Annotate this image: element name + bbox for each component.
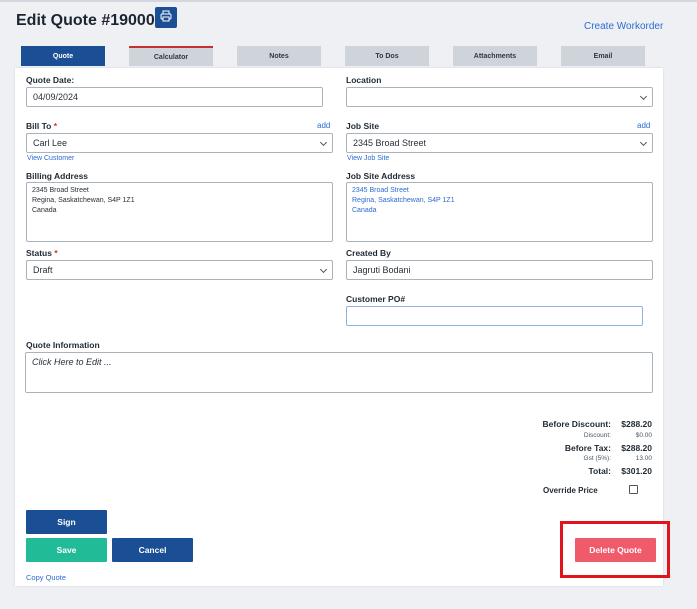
discount-row: Discount: $0.00 [584,432,652,439]
required-marker: * [53,121,58,131]
created-by-input[interactable]: Jagruti Bodani [346,260,653,280]
before-discount-value: $288.20 [621,419,652,429]
tab-calculator[interactable]: Calculator [129,46,213,66]
create-workorder-link[interactable]: Create Workorder [584,21,663,32]
job-site-label: Job Site [346,121,380,131]
billing-address-line: 2345 Broad Street [32,187,89,194]
override-price-label: Override Price [543,486,598,495]
billing-address-textarea[interactable]: 2345 Broad Street Regina, Saskatchewan, … [26,182,333,242]
delete-quote-button[interactable]: Delete Quote [575,538,656,562]
before-discount-row: Before Discount: $288.20 [543,419,652,429]
override-price-checkbox[interactable] [629,485,638,494]
tab-todos[interactable]: To Dos [345,46,429,66]
bill-to-add-link[interactable]: add [317,121,330,130]
tab-notes[interactable]: Notes [237,46,321,66]
location-select[interactable] [346,87,653,107]
billing-address-line: Regina, Saskatchewan, S4P 1Z1 [32,197,135,204]
view-customer-link[interactable]: View Customer [27,155,74,162]
job-site-address-label: Job Site Address [346,171,416,181]
billing-address-line: Canada [32,207,57,214]
job-site-address-textarea[interactable]: 2345 Broad Street Regina, Saskatchewan, … [346,182,653,242]
job-site-address-line: Regina, Saskatchewan, S4P 1Z1 [352,197,455,204]
quote-date-input[interactable]: 04/09/2024 [26,87,323,107]
quote-information-label: Quote Information [26,340,100,350]
status-label: Status * [26,248,58,258]
gst-value: 13.00 [635,455,652,462]
job-site-add-link[interactable]: add [637,121,650,130]
required-marker: * [54,248,58,258]
before-discount-label: Before Discount: [542,419,611,429]
total-value: $301.20 [621,466,652,476]
job-site-select[interactable]: 2345 Broad Street [346,133,653,153]
bill-to-select[interactable]: Carl Lee [26,133,333,153]
quote-date-label: Quote Date: [26,75,75,85]
billing-address-label: Billing Address [26,171,89,181]
view-job-site-link[interactable]: View Job Site [347,155,389,162]
before-tax-row: Before Tax: $288.20 [565,443,652,453]
tab-attachments[interactable]: Attachments [453,46,537,66]
sign-button[interactable]: Sign [26,510,107,534]
created-by-label: Created By [346,248,391,258]
quote-information-editor[interactable]: Click Here to Edit ... [25,352,653,393]
discount-label: Discount: [583,432,611,439]
copy-quote-link[interactable]: Copy Quote [26,573,66,582]
tab-email[interactable]: Email [561,46,645,66]
cancel-button[interactable]: Cancel [112,538,193,562]
printer-icon [160,9,172,27]
total-row: Total: $301.20 [588,466,652,476]
location-label: Location [346,75,382,85]
gst-label: Gst (5%): [583,455,611,462]
job-site-address-line: Canada [352,207,377,214]
save-button[interactable]: Save [26,538,107,562]
status-select[interactable]: Draft [26,260,333,280]
top-border [0,0,697,2]
total-label: Total: [588,466,611,476]
print-button[interactable] [155,7,177,28]
customer-po-input[interactable] [346,306,643,326]
discount-value: $0.00 [635,432,652,439]
gst-row: Gst (5%): 13.00 [584,455,652,462]
job-site-address-line: 2345 Broad Street [352,187,409,194]
page-title: Edit Quote #190009 [16,12,164,29]
customer-po-label: Customer PO# [346,294,406,304]
before-tax-value: $288.20 [621,443,652,453]
bill-to-label: Bill To * [26,121,58,131]
tab-quote[interactable]: Quote [21,46,105,66]
before-tax-label: Before Tax: [564,443,611,453]
